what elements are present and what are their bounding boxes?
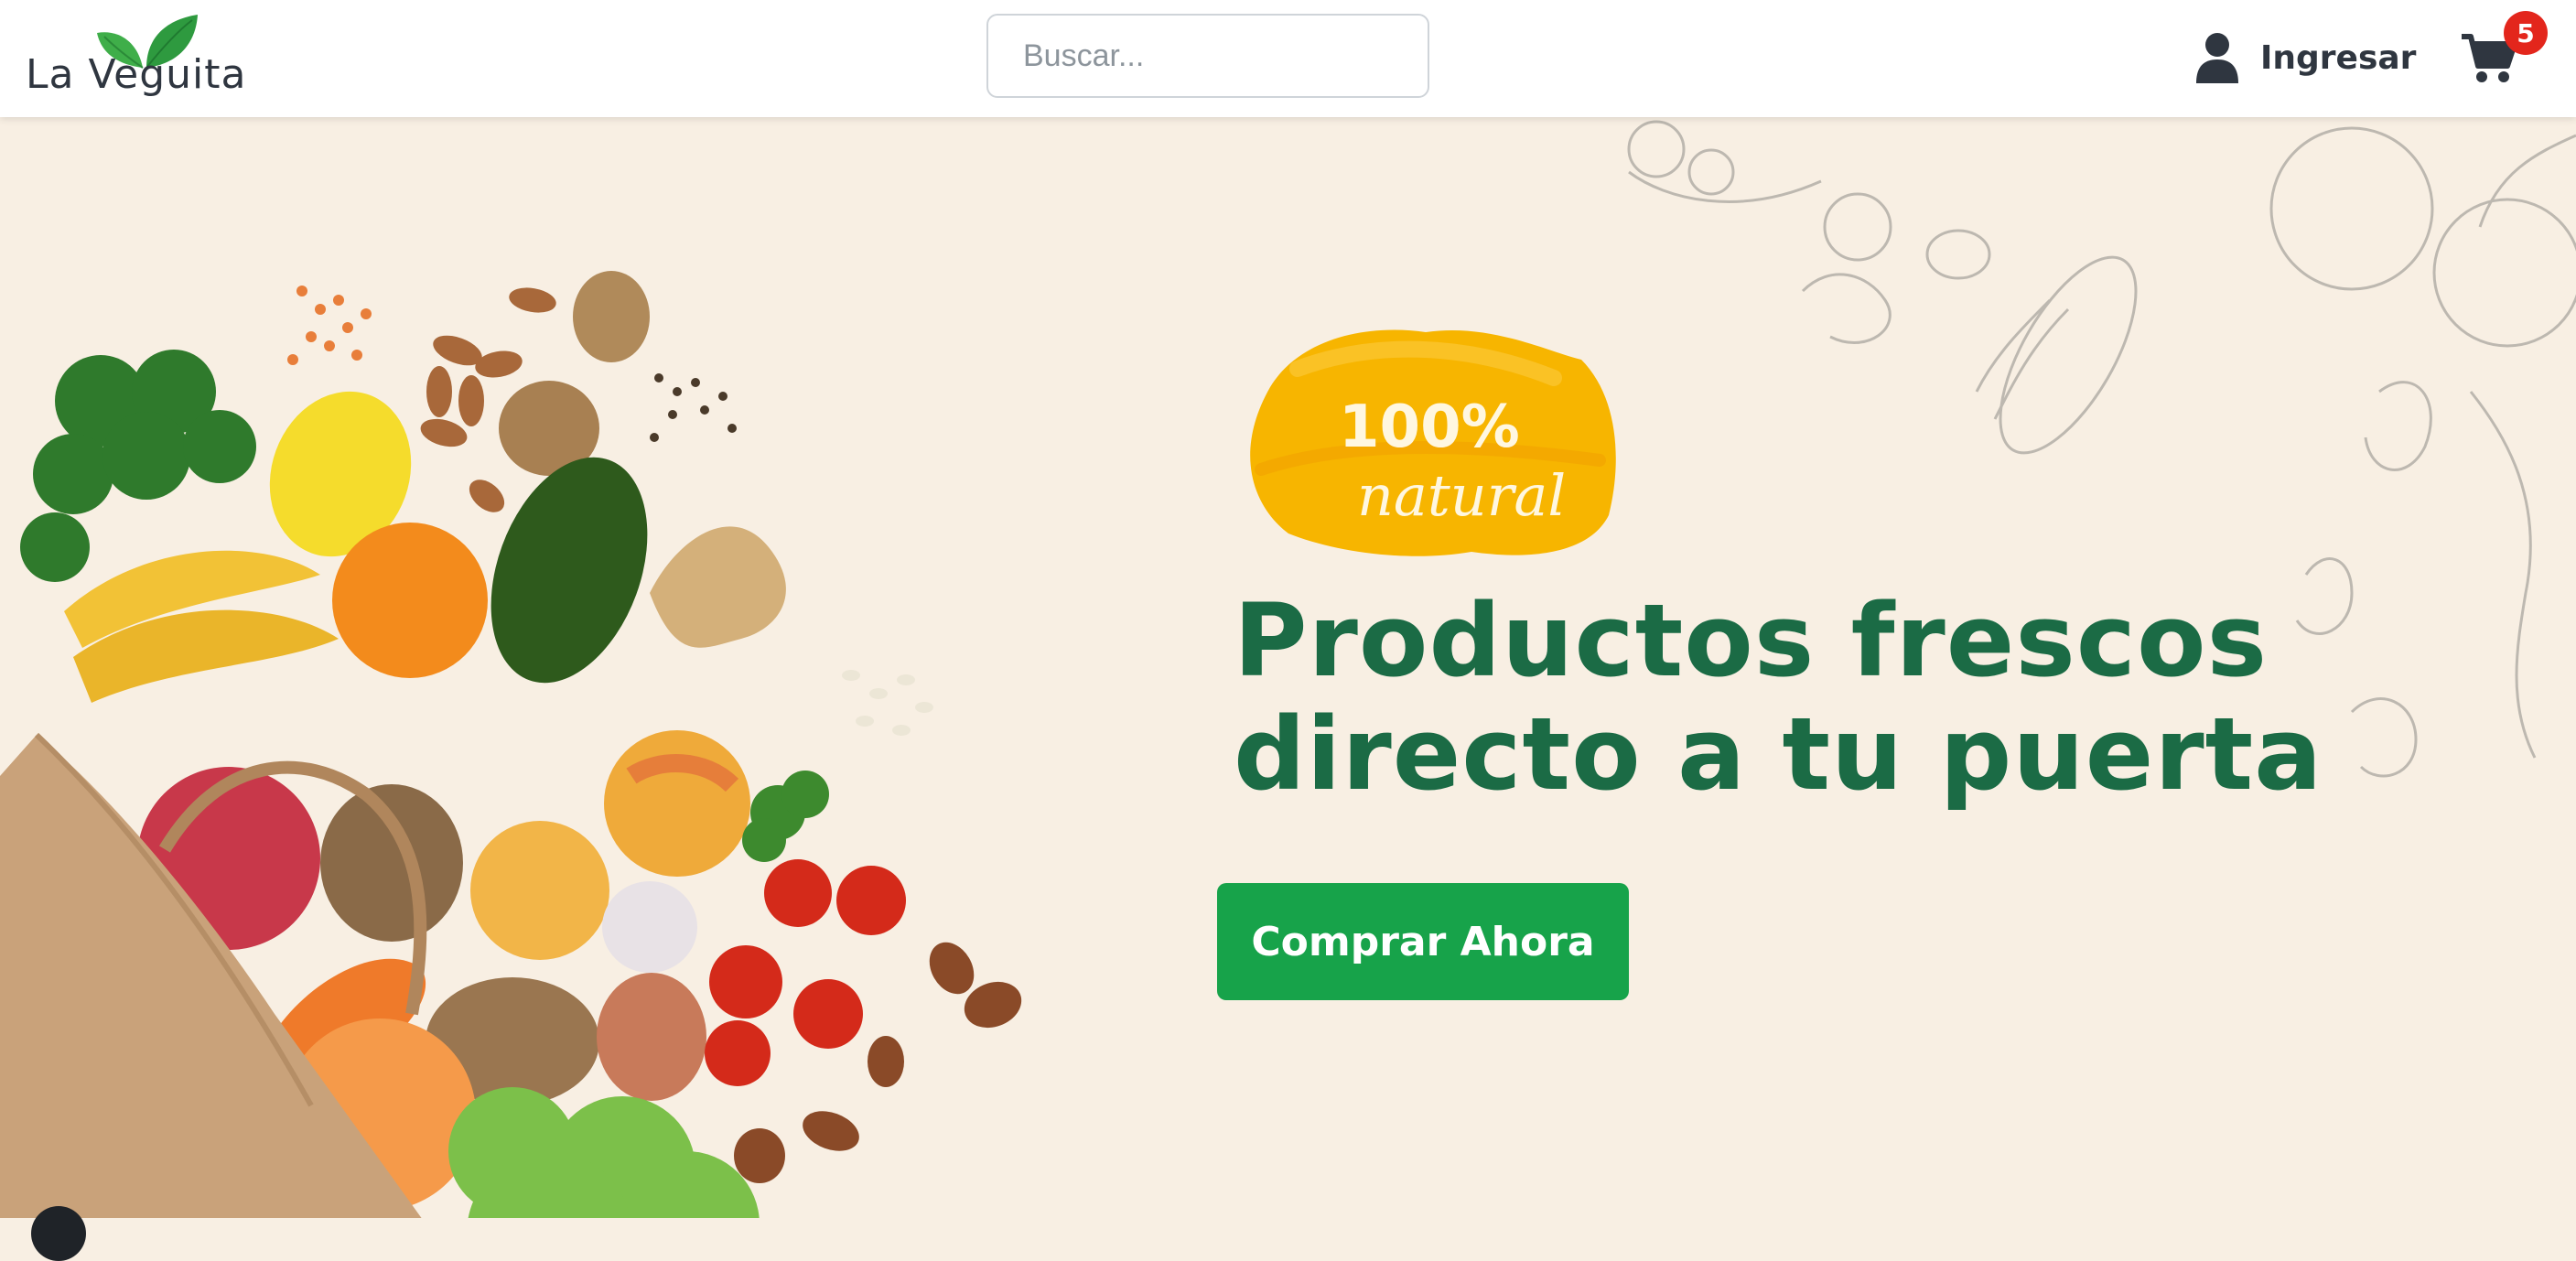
badge-line2: natural xyxy=(1357,462,1566,529)
badge-line1: 100% xyxy=(1339,393,1520,461)
headline-line-1: Productos frescos xyxy=(1234,582,2269,699)
user-icon xyxy=(2196,33,2238,83)
chat-widget-button[interactable] xyxy=(31,1206,86,1261)
shop-now-button[interactable]: Comprar Ahora xyxy=(1217,883,1629,1000)
brush-stroke-graphic: 100% natural xyxy=(1250,329,1616,556)
hero-banner: 100% natural Productos frescos directo a… xyxy=(0,117,2576,1218)
brand-logo[interactable]: La Veguita xyxy=(26,13,264,101)
hero-headline: Productos frescos directo a tu puerta xyxy=(1234,584,2332,811)
headline-line-2: directo a tu puerta xyxy=(1234,695,2323,813)
produce-bag-image xyxy=(0,271,1022,1218)
login-button[interactable]: Ingresar xyxy=(2194,27,2416,88)
login-label: Ingresar xyxy=(2260,38,2417,77)
cart-count-badge: 5 xyxy=(2504,11,2548,55)
natural-badge: 100% natural xyxy=(1234,305,1627,563)
top-navbar: La Veguita Ingresar 5 xyxy=(0,0,2576,117)
brand-name: La Veguita xyxy=(26,51,247,98)
search-input[interactable] xyxy=(986,14,1429,98)
cart-button[interactable]: 5 xyxy=(2462,11,2548,88)
